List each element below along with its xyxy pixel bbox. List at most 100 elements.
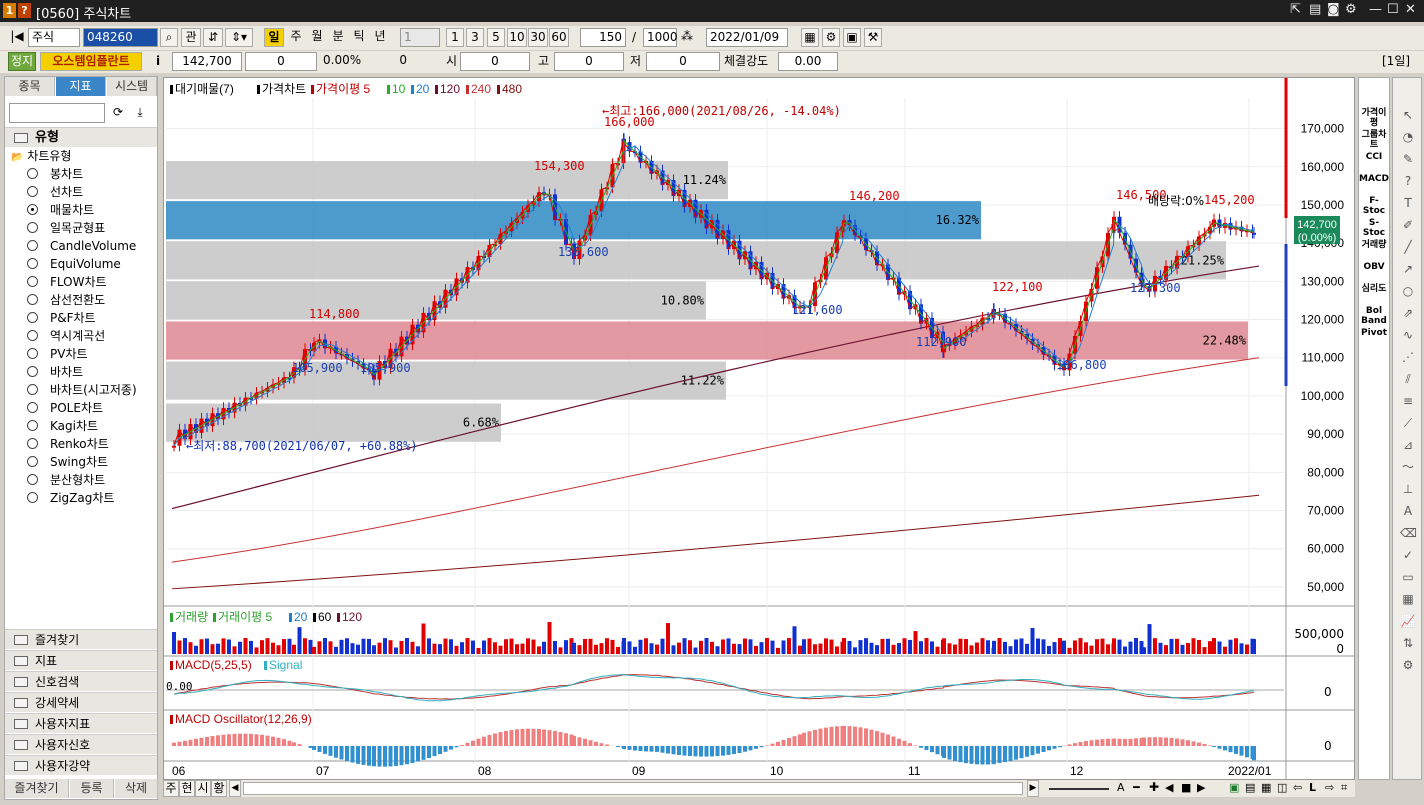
- indicator-button[interactable]: 거래량: [1359, 240, 1389, 250]
- updown-icon[interactable]: ⇕▾: [225, 28, 253, 47]
- radio-icon[interactable]: [27, 456, 38, 467]
- period-tick[interactable]: 틱: [349, 28, 369, 47]
- chart-type-option[interactable]: 봉차트: [27, 165, 83, 183]
- indicator-button[interactable]: 심리도: [1359, 284, 1389, 294]
- preset-1[interactable]: 1: [446, 28, 464, 47]
- help-badge[interactable]: ?: [18, 3, 31, 18]
- close-icon[interactable]: ✕: [1405, 2, 1416, 17]
- bottom-btn-week[interactable]: 주: [163, 780, 179, 797]
- section-header[interactable]: 강세약세: [5, 692, 157, 712]
- total-input[interactable]: 1000: [643, 28, 678, 47]
- chart-type-option[interactable]: 분산형차트: [27, 471, 105, 489]
- scroll-right-icon[interactable]: ▶: [1027, 780, 1039, 797]
- bottom-tab-register[interactable]: 등록: [70, 779, 114, 798]
- chart-type-option[interactable]: 바차트(시고저종): [27, 381, 137, 399]
- circle-icon[interactable]: ○: [1400, 284, 1416, 298]
- zoom-in-icon[interactable]: ✚: [1149, 778, 1159, 797]
- radio-icon[interactable]: [27, 420, 38, 431]
- chart-type-option[interactable]: 삼선전환도: [27, 291, 105, 309]
- settings-icon[interactable]: ⚙: [822, 28, 840, 47]
- radio-icon[interactable]: [27, 492, 38, 503]
- chart-type-option[interactable]: FLOW차트: [27, 273, 107, 291]
- chart-type-option[interactable]: Renko차트: [27, 435, 109, 453]
- minimize-icon[interactable]: —: [1369, 2, 1382, 17]
- group-type-header[interactable]: 유형: [5, 127, 157, 147]
- radio-icon[interactable]: [27, 312, 38, 323]
- indicator-button[interactable]: MACD: [1359, 174, 1389, 184]
- auto-icon[interactable]: A: [1400, 504, 1416, 518]
- bottom-btn-current[interactable]: 현: [179, 780, 195, 797]
- grid-icon[interactable]: ▦: [1400, 592, 1416, 606]
- camera-icon[interactable]: ◙: [1327, 2, 1340, 17]
- radio-icon[interactable]: [27, 276, 38, 287]
- wave-icon[interactable]: 〜: [1400, 460, 1416, 474]
- trend-icon[interactable]: ⊿: [1400, 438, 1416, 452]
- excel-icon[interactable]: ▣: [1229, 778, 1239, 797]
- link-icon[interactable]: ⇱: [1290, 2, 1301, 17]
- radio-icon[interactable]: [27, 474, 38, 485]
- help-icon[interactable]: ?: [1400, 174, 1416, 188]
- radio-icon[interactable]: [27, 348, 38, 359]
- date-select[interactable]: 2022/01/09: [706, 28, 788, 47]
- chart-type-option[interactable]: PV차트: [27, 345, 88, 363]
- fibo-icon[interactable]: ⋰: [1400, 350, 1416, 364]
- preset-30[interactable]: 30: [528, 28, 548, 47]
- horizontal-scrollbar[interactable]: [243, 782, 1023, 795]
- chart-type-option[interactable]: Kagi차트: [27, 417, 98, 435]
- chart-save-icon[interactable]: ▦: [801, 28, 819, 47]
- chart-area[interactable]: 170,000160,000150,000140,000130,000120,0…: [163, 77, 1355, 780]
- chart-icon[interactable]: 📈: [1400, 614, 1416, 628]
- section-header[interactable]: 사용자지표: [5, 713, 157, 733]
- scroll-left-icon[interactable]: ◀: [229, 780, 241, 797]
- count-input[interactable]: 150: [580, 28, 626, 47]
- section-header[interactable]: 사용자강약: [5, 755, 157, 775]
- chart-canvas[interactable]: 170,000160,000150,000140,000130,000120,0…: [164, 78, 1354, 779]
- period-month[interactable]: 월: [307, 28, 327, 47]
- preset-3[interactable]: 3: [466, 28, 484, 47]
- latest-icon[interactable]: L: [1309, 778, 1316, 797]
- ray-icon[interactable]: ↗: [1400, 262, 1416, 276]
- radio-icon[interactable]: [27, 168, 38, 179]
- print-icon[interactable]: ▣: [843, 28, 861, 47]
- parallel-icon[interactable]: ⫽: [1400, 372, 1416, 386]
- radio-icon[interactable]: [27, 366, 38, 377]
- radio-icon[interactable]: [27, 294, 38, 305]
- radio-icon[interactable]: [27, 222, 38, 233]
- grid-icon[interactable]: ▤: [1309, 2, 1321, 17]
- radio-icon[interactable]: [27, 186, 38, 197]
- radio-icon[interactable]: [27, 402, 38, 413]
- section-header[interactable]: 즐겨찾기: [5, 629, 157, 649]
- mark-icon[interactable]: ✓: [1400, 548, 1416, 562]
- zoom-out-icon[interactable]: ━: [1133, 778, 1140, 797]
- search-icon[interactable]: ⌕: [160, 28, 178, 47]
- multiplier-select[interactable]: 1: [400, 28, 440, 47]
- indicator-button[interactable]: Bol Band: [1359, 306, 1389, 326]
- layout-icon[interactable]: ▦: [1261, 778, 1271, 797]
- pen-icon[interactable]: ✐: [1400, 218, 1416, 232]
- text-icon[interactable]: T: [1400, 196, 1416, 210]
- indicator-button[interactable]: Pivot: [1359, 328, 1389, 338]
- forward-icon[interactable]: ⇨: [1325, 778, 1334, 797]
- section-header[interactable]: 지표: [5, 650, 157, 670]
- measure-icon[interactable]: ⊥: [1400, 482, 1416, 496]
- chart-type-option[interactable]: EquiVolume: [27, 255, 121, 273]
- chart-type-option[interactable]: 역시계곡선: [27, 327, 105, 345]
- preset-60[interactable]: 60: [549, 28, 569, 47]
- sync-icon[interactable]: ⇵: [203, 28, 223, 47]
- tools-icon[interactable]: ⚒: [864, 28, 882, 47]
- indicator-button[interactable]: S-Stoc: [1359, 218, 1389, 238]
- cursor-icon[interactable]: ↖: [1400, 108, 1416, 122]
- zigzag-icon[interactable]: ∿: [1400, 328, 1416, 342]
- indicator-button[interactable]: 가격이평: [1359, 108, 1389, 128]
- paint-icon[interactable]: ✎: [1400, 152, 1416, 166]
- fan-icon[interactable]: ⟋: [1400, 416, 1416, 430]
- period-day[interactable]: 일: [264, 28, 284, 47]
- window-badge-number[interactable]: 1: [3, 3, 16, 18]
- chart-type-option[interactable]: ZigZag차트: [27, 489, 114, 507]
- arrow-icon[interactable]: ⇗: [1400, 306, 1416, 320]
- chart-type-option[interactable]: 바차트: [27, 363, 83, 381]
- box-icon[interactable]: ▭: [1400, 570, 1416, 584]
- sort-icon[interactable]: ⇅: [1400, 636, 1416, 650]
- radio-icon[interactable]: [27, 438, 38, 449]
- refresh-icon[interactable]: ⟳: [109, 104, 127, 123]
